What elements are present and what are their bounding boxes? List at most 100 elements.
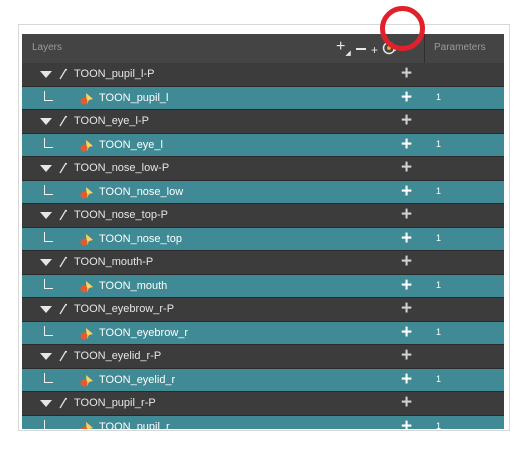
- parameters-column-header: Parameters: [434, 42, 486, 53]
- collapse-triangle-icon[interactable]: [40, 71, 52, 78]
- tree-connector: [44, 419, 53, 429]
- add-layer-button[interactable]: +◢: [336, 38, 351, 59]
- peg-layer-row[interactable]: TOON_pupil_r-P +: [22, 392, 504, 416]
- peg-icon: [59, 397, 67, 409]
- add-plus-icon[interactable]: +: [401, 64, 412, 83]
- add-plus-icon[interactable]: +: [401, 370, 412, 389]
- layer-name[interactable]: TOON_eyebrow_r: [99, 327, 188, 339]
- peg-layer-row[interactable]: TOON_nose_low-P +: [22, 157, 504, 181]
- drawing-layer-row[interactable]: TOON_pupil_r +1: [22, 415, 504, 430]
- peg-icon: [59, 209, 67, 221]
- collapse-triangle-icon[interactable]: [40, 118, 52, 125]
- peg-layer-row[interactable]: TOON_mouth-P +: [22, 251, 504, 275]
- layer-name[interactable]: TOON_mouth: [99, 280, 167, 292]
- add-plus-icon[interactable]: +: [401, 252, 412, 271]
- drawing-layer-row[interactable]: TOON_eye_l +1: [22, 133, 504, 157]
- peg-icon: [59, 303, 67, 315]
- highlight-circle: [380, 6, 425, 51]
- drawing-layer-row[interactable]: TOON_mouth +1: [22, 274, 504, 298]
- drawing-layer-icon: [80, 92, 93, 104]
- collapse-triangle-icon[interactable]: [40, 212, 52, 219]
- add-layer-sub: ◢: [345, 50, 351, 57]
- layer-name[interactable]: TOON_eyelid_r: [99, 374, 175, 386]
- collapse-triangle-icon[interactable]: [40, 165, 52, 172]
- tree-connector: [44, 137, 53, 148]
- layer-name[interactable]: TOON_pupil_r: [99, 421, 170, 430]
- parameter-value: 1: [436, 326, 442, 337]
- drawing-layer-icon: [80, 280, 93, 292]
- peg-icon: [59, 68, 67, 80]
- add-plus-icon[interactable]: +: [401, 229, 412, 248]
- layer-name[interactable]: TOON_eyelid_r-P: [74, 350, 161, 362]
- drawing-layer-row[interactable]: TOON_nose_low +1: [22, 180, 504, 204]
- tree-connector: [44, 184, 53, 195]
- layer-name[interactable]: TOON_pupil_r-P: [74, 397, 156, 409]
- layer-name[interactable]: TOON_eyebrow_r-P: [74, 303, 174, 315]
- add-plus-icon[interactable]: +: [401, 111, 412, 130]
- collapse-triangle-icon[interactable]: [40, 259, 52, 266]
- drawing-layer-row[interactable]: TOON_eyebrow_r +1: [22, 321, 504, 345]
- tree-connector: [44, 278, 53, 289]
- add-plus-icon[interactable]: +: [401, 88, 412, 107]
- layer-name[interactable]: TOON_nose_low-P: [74, 162, 169, 174]
- layers-title: Layers: [32, 42, 63, 53]
- add-plus-icon[interactable]: +: [401, 346, 412, 365]
- add-plus-icon[interactable]: +: [401, 135, 412, 154]
- layer-name[interactable]: TOON_eye_l: [99, 139, 163, 151]
- tree-connector: [44, 90, 53, 101]
- tree-connector: [44, 372, 53, 383]
- add-plus-icon[interactable]: +: [401, 158, 412, 177]
- parameter-value: 1: [436, 279, 442, 290]
- drawing-layer-icon: [80, 374, 93, 386]
- drawing-layer-icon: [80, 327, 93, 339]
- layer-name[interactable]: TOON_mouth-P: [74, 256, 153, 268]
- peg-icon: [59, 115, 67, 127]
- layers-header: Layers +◢ + Parameters: [22, 34, 504, 63]
- delete-layer-button[interactable]: [356, 48, 366, 50]
- layer-name[interactable]: TOON_pupil_l-P: [74, 68, 155, 80]
- peg-icon: [59, 350, 67, 362]
- peg-layer-row[interactable]: TOON_pupil_l-P +: [22, 63, 504, 87]
- add-plus-icon[interactable]: +: [401, 323, 412, 342]
- tree-connector: [44, 231, 53, 242]
- layer-list: TOON_pupil_l-P + TOON_pupil_l +1 TOON_eye_l-…: [22, 63, 504, 429]
- layer-name[interactable]: TOON_pupil_l: [99, 92, 169, 104]
- drawing-layer-icon: [80, 186, 93, 198]
- add-peg-small-button[interactable]: +: [371, 41, 378, 59]
- peg-icon: [59, 162, 67, 174]
- drawing-layer-row[interactable]: TOON_pupil_l +1: [22, 86, 504, 110]
- peg-icon: [59, 256, 67, 268]
- add-plus-icon[interactable]: +: [401, 393, 412, 412]
- collapse-triangle-icon[interactable]: [40, 353, 52, 360]
- collapse-triangle-icon[interactable]: [40, 306, 52, 313]
- add-plus-icon[interactable]: +: [401, 276, 412, 295]
- tree-connector: [44, 325, 53, 336]
- layer-name[interactable]: TOON_eye_l-P: [74, 115, 149, 127]
- drawing-layer-row[interactable]: TOON_eyelid_r +1: [22, 368, 504, 392]
- peg-layer-row[interactable]: TOON_eye_l-P +: [22, 110, 504, 134]
- layers-panel: Layers +◢ + Parameters TOON_pupil_l-P + TO…: [22, 34, 504, 429]
- peg-layer-row[interactable]: TOON_eyelid_r-P +: [22, 345, 504, 369]
- collapse-triangle-icon[interactable]: [40, 400, 52, 407]
- peg-layer-row[interactable]: TOON_nose_top-P +: [22, 204, 504, 228]
- add-plus-icon[interactable]: +: [401, 417, 412, 430]
- add-plus-icon[interactable]: +: [401, 182, 412, 201]
- parameter-value: 1: [436, 373, 442, 384]
- peg-layer-row[interactable]: TOON_eyebrow_r-P +: [22, 298, 504, 322]
- parameter-value: 1: [436, 91, 442, 102]
- drawing-layer-icon: [80, 139, 93, 151]
- parameter-value: 1: [436, 185, 442, 196]
- layer-name[interactable]: TOON_nose_top-P: [74, 209, 168, 221]
- layer-name[interactable]: TOON_nose_low: [99, 186, 183, 198]
- column-separator: [424, 34, 425, 63]
- drawing-layer-row[interactable]: TOON_nose_top +1: [22, 227, 504, 251]
- drawing-layer-icon: [80, 421, 93, 429]
- add-layer-label: +: [336, 38, 346, 55]
- parameter-value: 1: [436, 138, 442, 149]
- add-plus-icon[interactable]: +: [401, 299, 412, 318]
- layer-name[interactable]: TOON_nose_top: [99, 233, 182, 245]
- parameter-value: 1: [436, 232, 442, 243]
- parameter-value: 1: [436, 420, 442, 430]
- add-plus-icon[interactable]: +: [401, 205, 412, 224]
- drawing-layer-icon: [80, 233, 93, 245]
